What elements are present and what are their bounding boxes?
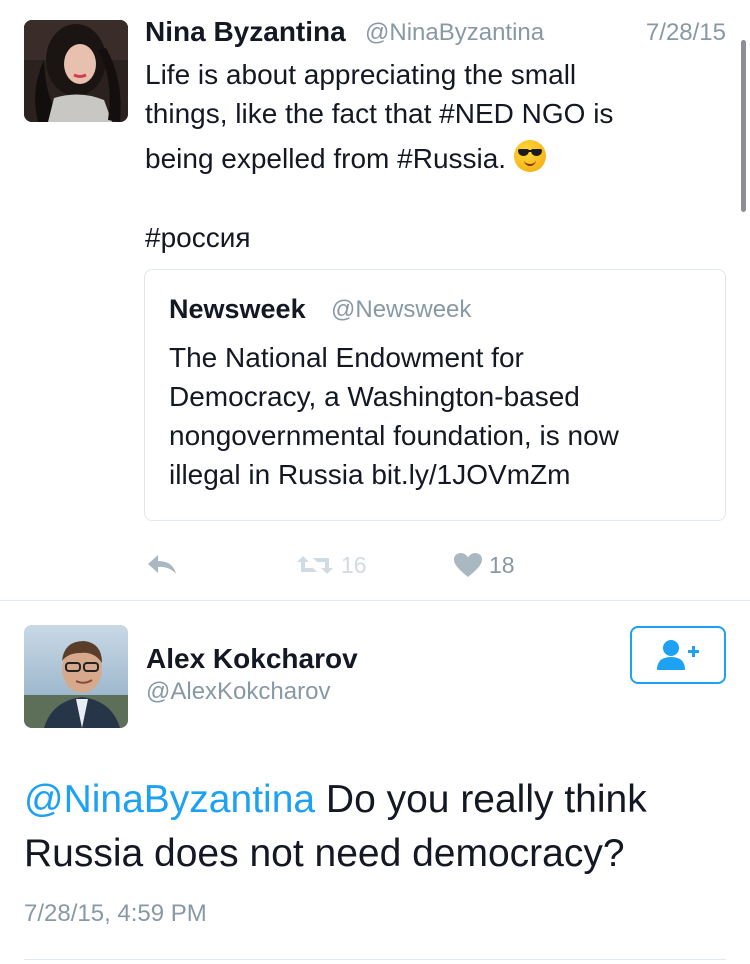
reply-text-line: Russia does not need democracy? <box>24 832 625 875</box>
like-button[interactable]: 18 <box>453 545 515 585</box>
heart-icon <box>454 553 482 577</box>
quoted-author-name: Newsweek <box>169 294 306 324</box>
author-handle[interactable]: @NinaByzantina <box>365 19 544 47</box>
quoted-tweet-text: The National Endowment for Democracy, a … <box>169 338 709 494</box>
tweet-text-line: being expelled from #Russia. <box>145 139 705 178</box>
add-user-icon <box>657 640 699 670</box>
reply-icon <box>148 555 176 574</box>
quoted-text-line: Democracy, a Washington-based <box>169 381 580 412</box>
tweet-timestamp: 7/28/15, 4:59 PM <box>24 900 207 927</box>
avatar-photo <box>24 20 128 122</box>
retweet-button[interactable]: 16 <box>295 545 367 585</box>
tweet-action-bar: 16 18 <box>145 545 565 585</box>
tweet-text-line: Life is about appreciating the small <box>145 59 577 90</box>
avatar[interactable] <box>24 20 128 122</box>
author-name[interactable]: Nina Byzantina <box>145 16 346 48</box>
tweet[interactable]: Nina Byzantina @NinaByzantina 7/28/15 Li… <box>0 0 750 601</box>
reply-button[interactable] <box>145 545 179 585</box>
follow-button[interactable] <box>630 626 726 684</box>
tweet-thread-view: Nina Byzantina @NinaByzantina 7/28/15 Li… <box>0 0 750 964</box>
reply-avatar[interactable] <box>24 625 128 728</box>
mention-link[interactable]: @NinaByzantina <box>24 778 315 821</box>
quoted-text-line: The National Endowment for <box>169 342 524 373</box>
divider <box>0 600 750 601</box>
like-count: 18 <box>489 551 515 578</box>
reply-author-handle[interactable]: @AlexKokcharov <box>146 678 330 706</box>
quoted-author-handle: @Newsweek <box>331 296 472 323</box>
retweet-count: 16 <box>341 551 367 578</box>
reply-tweet-text: @NinaByzantina Do you really think Russi… <box>24 773 724 881</box>
tweet-date[interactable]: 7/28/15 <box>646 19 726 47</box>
reply-text-line: @NinaByzantina Do you really think <box>24 773 724 827</box>
sunglasses-emoji-icon <box>514 140 547 172</box>
retweet-icon <box>297 556 333 574</box>
tweet-text: Life is about appreciating the small thi… <box>145 55 705 178</box>
hashtag-link[interactable]: #россия <box>145 222 251 254</box>
quoted-tweet-card[interactable]: Newsweek @Newsweek The National Endowmen… <box>144 269 726 521</box>
tweet-text-segment: being expelled from #Russia. <box>145 143 507 174</box>
avatar-photo <box>24 625 128 728</box>
quoted-text-line: illegal in Russia bit.ly/1JOVmZm <box>169 459 571 490</box>
divider <box>24 959 726 960</box>
tweet-header: Nina Byzantina @NinaByzantina 7/28/15 <box>145 16 730 52</box>
reply-text-segment: Do you really think <box>315 778 647 821</box>
tweet-text-line: things, like the fact that #NED NGO is <box>145 98 614 129</box>
quoted-text-line: nongovernmental foundation, is now <box>169 420 619 451</box>
reply-author-name[interactable]: Alex Kokcharov <box>146 643 358 675</box>
